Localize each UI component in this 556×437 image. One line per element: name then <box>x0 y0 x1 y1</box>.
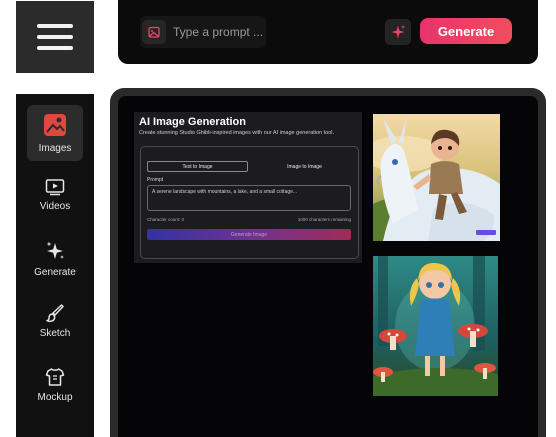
sidebar-item-images[interactable]: Images <box>27 105 83 161</box>
gallery-image-girl-mushrooms[interactable] <box>373 256 498 396</box>
brush-icon <box>46 304 64 323</box>
shirt-icon <box>45 368 65 386</box>
preview-title: AI Image Generation <box>139 116 246 128</box>
preview-generate-button: Generate Image <box>147 229 351 240</box>
sidebar-item-generate[interactable]: Generate <box>27 231 83 287</box>
sidebar: Images Videos Generate Sketch Mockup <box>16 94 94 437</box>
gallery-image-dragon[interactable] <box>373 114 500 241</box>
prompt-input[interactable]: Type a prompt ... <box>173 25 263 39</box>
generate-button[interactable]: Generate <box>420 18 512 44</box>
menu-button[interactable] <box>16 1 94 73</box>
sparkle-icon <box>46 241 64 259</box>
preview-tab-label: Image to Image <box>287 163 322 170</box>
preview-subtitle: Create stunning Studio Ghibli-inspired i… <box>139 130 335 136</box>
video-icon <box>45 179 65 196</box>
preview-tab-label: Text to Image <box>182 163 213 170</box>
enhance-prompt-button[interactable] <box>385 19 411 45</box>
sidebar-item-label: Sketch <box>39 328 71 339</box>
generator-preview-image[interactable]: AI Image Generation Create stunning Stud… <box>134 112 362 263</box>
sidebar-item-label: Mockup <box>37 392 73 403</box>
preview-form-card: Text to Image Image to Image Prompt A se… <box>140 146 359 259</box>
sidebar-item-label: Generate <box>34 267 76 278</box>
preview-tab-image-to-image: Image to Image <box>254 161 355 172</box>
preview-prompt-area: A serene landscape with mountains, a lak… <box>147 185 351 211</box>
sidebar-item-sketch[interactable]: Sketch <box>27 293 83 349</box>
sidebar-item-label: Videos <box>39 201 71 212</box>
sidebar-item-mockup[interactable]: Mockup <box>27 357 83 413</box>
sparkle-icon <box>391 25 405 39</box>
image-icon <box>44 114 66 136</box>
sidebar-item-videos[interactable]: Videos <box>27 167 83 223</box>
preview-prompt-label: Prompt <box>147 177 164 183</box>
main-panel: AI Image Generation Create stunning Stud… <box>110 88 546 437</box>
menu-icon-line <box>37 46 73 50</box>
prompt-image-icon[interactable] <box>142 20 166 44</box>
menu-icon-line <box>37 35 73 39</box>
preview-char-count: Character count: 0 <box>147 217 185 222</box>
prompt-input-wrapper[interactable]: Type a prompt ... <box>140 16 266 48</box>
preview-chars-remaining: 1000 characters remaining <box>297 217 351 222</box>
canvas: AI Image Generation Create stunning Stud… <box>118 96 538 437</box>
menu-icon-line <box>37 24 73 28</box>
prompt-bar: Type a prompt ... Generate <box>118 0 538 64</box>
sidebar-item-label: Images <box>38 143 72 154</box>
preview-tab-text-to-image: Text to Image <box>147 161 248 172</box>
